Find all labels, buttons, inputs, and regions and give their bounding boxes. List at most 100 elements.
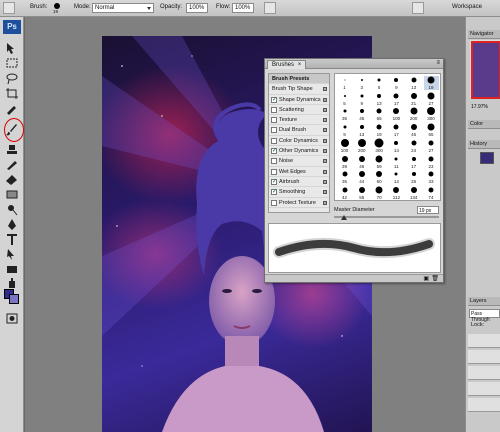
layers-tab[interactable]: Layers bbox=[468, 297, 500, 306]
brush-preset[interactable]: 44 bbox=[354, 170, 369, 184]
checkbox[interactable] bbox=[271, 187, 277, 197]
brush-preset[interactable]: 13 bbox=[354, 123, 369, 137]
brush-preset[interactable]: 59 bbox=[372, 155, 387, 169]
brush-option-item[interactable]: Smoothing bbox=[269, 187, 329, 198]
trash-icon[interactable]: 🗑 bbox=[431, 275, 439, 282]
brush-preset[interactable]: 19 bbox=[423, 76, 439, 90]
brush-preset[interactable]: 17 bbox=[406, 155, 421, 169]
brush-preset[interactable]: 42 bbox=[337, 186, 352, 200]
lock-icon[interactable] bbox=[323, 128, 327, 133]
crop-tool-icon[interactable] bbox=[4, 87, 20, 100]
brush-preset[interactable]: 65 bbox=[424, 123, 439, 137]
blend-mode-select[interactable]: Pass Through bbox=[469, 309, 500, 323]
brush-preset[interactable]: 45 bbox=[406, 123, 421, 137]
lock-icon[interactable] bbox=[323, 190, 327, 195]
shape-tool-icon[interactable] bbox=[4, 263, 20, 276]
brush-preset[interactable]: 200 bbox=[406, 107, 421, 121]
airbrush-toggle-icon[interactable] bbox=[264, 2, 276, 14]
brush-preset[interactable]: 35 bbox=[337, 107, 352, 121]
layer-row[interactable] bbox=[468, 366, 500, 380]
type-tool-icon[interactable] bbox=[4, 233, 20, 246]
lock-icon[interactable] bbox=[323, 200, 327, 205]
brush-preset[interactable]: 5 bbox=[337, 92, 352, 106]
lock-icon[interactable] bbox=[323, 159, 327, 164]
brush-preset[interactable]: 33 bbox=[424, 170, 439, 184]
brush-option-item[interactable]: Dual Brush bbox=[269, 125, 329, 136]
layer-row[interactable] bbox=[468, 334, 500, 348]
brush-preset[interactable]: 112 bbox=[389, 186, 404, 200]
brush-preset[interactable]: 1 bbox=[337, 76, 352, 90]
zoom-level[interactable]: 17.97% bbox=[471, 104, 488, 110]
flow-field[interactable]: 100% bbox=[232, 3, 254, 13]
checkbox[interactable] bbox=[271, 137, 277, 144]
color-tab[interactable]: Color bbox=[468, 120, 500, 129]
checkbox[interactable] bbox=[271, 127, 277, 134]
palette-well-icon[interactable] bbox=[412, 2, 424, 14]
gradient-tool-icon[interactable] bbox=[4, 188, 20, 201]
view-box[interactable] bbox=[471, 41, 500, 99]
checkbox[interactable] bbox=[271, 158, 277, 165]
lock-icon[interactable] bbox=[323, 179, 327, 184]
brush-preset[interactable]: 17 bbox=[389, 92, 404, 106]
brush-tool-preset-icon[interactable] bbox=[3, 2, 15, 14]
brush-preset[interactable]: 300 bbox=[424, 107, 439, 121]
tab-brushes[interactable]: Brushes × bbox=[267, 60, 307, 69]
checkbox[interactable] bbox=[271, 117, 277, 124]
brush-preset[interactable]: 36 bbox=[337, 170, 352, 184]
lock-icon[interactable] bbox=[323, 138, 327, 143]
layer-row[interactable] bbox=[468, 382, 500, 396]
brush-picker[interactable]: 19 bbox=[48, 2, 68, 15]
pen-tool-icon[interactable] bbox=[4, 218, 20, 231]
layer-row[interactable] bbox=[468, 398, 500, 412]
slider-thumb[interactable] bbox=[341, 215, 347, 220]
brush-preset[interactable]: 70 bbox=[372, 186, 387, 200]
quick-mask-icon[interactable] bbox=[4, 312, 20, 325]
brush-preset[interactable]: 19 bbox=[372, 123, 387, 137]
lock-icon[interactable] bbox=[323, 97, 327, 102]
workspace-menu[interactable]: Workspace bbox=[452, 4, 482, 10]
brush-preset[interactable]: 9 bbox=[389, 76, 404, 90]
brush-option-item[interactable]: Wet Edges bbox=[269, 167, 329, 177]
brush-preset[interactable]: 9 bbox=[354, 92, 369, 106]
background-color-swatch[interactable] bbox=[9, 294, 19, 304]
brush-preset[interactable]: 3 bbox=[354, 76, 369, 90]
new-brush-icon[interactable]: ▣ bbox=[423, 275, 429, 282]
brush-preset[interactable]: 134 bbox=[406, 186, 421, 200]
brush-option-item[interactable]: Other Dynamics bbox=[269, 146, 329, 157]
panel-menu-icon[interactable]: ≡ bbox=[436, 60, 440, 66]
brush-preset[interactable]: 27 bbox=[424, 139, 439, 153]
brush-preset[interactable]: 200 bbox=[354, 138, 369, 153]
brush-preset[interactable]: 13 bbox=[372, 92, 387, 106]
brush-option-item[interactable]: Shape Dynamics bbox=[269, 95, 329, 105]
brush-preset[interactable]: 24 bbox=[406, 139, 421, 153]
lock-icon[interactable] bbox=[323, 87, 327, 92]
lasso-tool-icon[interactable] bbox=[4, 72, 20, 85]
move-tool-icon[interactable] bbox=[4, 42, 20, 55]
navigator-tab[interactable]: Navigator bbox=[468, 30, 500, 39]
marquee-tool-icon[interactable] bbox=[4, 57, 20, 70]
brushes-panel-header[interactable]: Brushes × ≡ bbox=[265, 59, 443, 69]
eyedropper-tool-icon[interactable] bbox=[4, 102, 20, 115]
brush-preset[interactable]: 39 bbox=[337, 155, 352, 169]
brush-preset[interactable]: 21 bbox=[406, 92, 421, 106]
brush-option-item[interactable]: Texture bbox=[269, 115, 329, 126]
brush-preset[interactable]: 5 bbox=[372, 76, 387, 90]
opacity-field[interactable]: 100% bbox=[186, 3, 208, 13]
brush-preset[interactable]: 13 bbox=[406, 76, 421, 90]
checkbox[interactable] bbox=[271, 95, 277, 105]
lock-icon[interactable] bbox=[323, 169, 327, 174]
checkbox[interactable] bbox=[271, 146, 277, 156]
brush-preset[interactable]: 27 bbox=[424, 92, 439, 106]
checkbox[interactable] bbox=[271, 106, 277, 113]
brush-option-item[interactable]: Scattering bbox=[269, 105, 329, 116]
checkbox[interactable] bbox=[271, 177, 277, 187]
brush-preset[interactable]: 46 bbox=[354, 155, 369, 169]
brush-preset[interactable]: 300 bbox=[372, 138, 387, 153]
navigator-thumbnail[interactable] bbox=[470, 40, 500, 99]
brush-option-item[interactable]: Brush Presets bbox=[269, 74, 329, 85]
brush-preset[interactable]: 100 bbox=[337, 138, 352, 153]
brush-option-item[interactable]: Color Dynamics bbox=[269, 136, 329, 147]
brush-option-item[interactable]: Brush Tip Shape bbox=[269, 84, 329, 95]
eraser-tool-icon[interactable] bbox=[4, 173, 20, 186]
brush-preset[interactable]: 11 bbox=[389, 155, 404, 169]
